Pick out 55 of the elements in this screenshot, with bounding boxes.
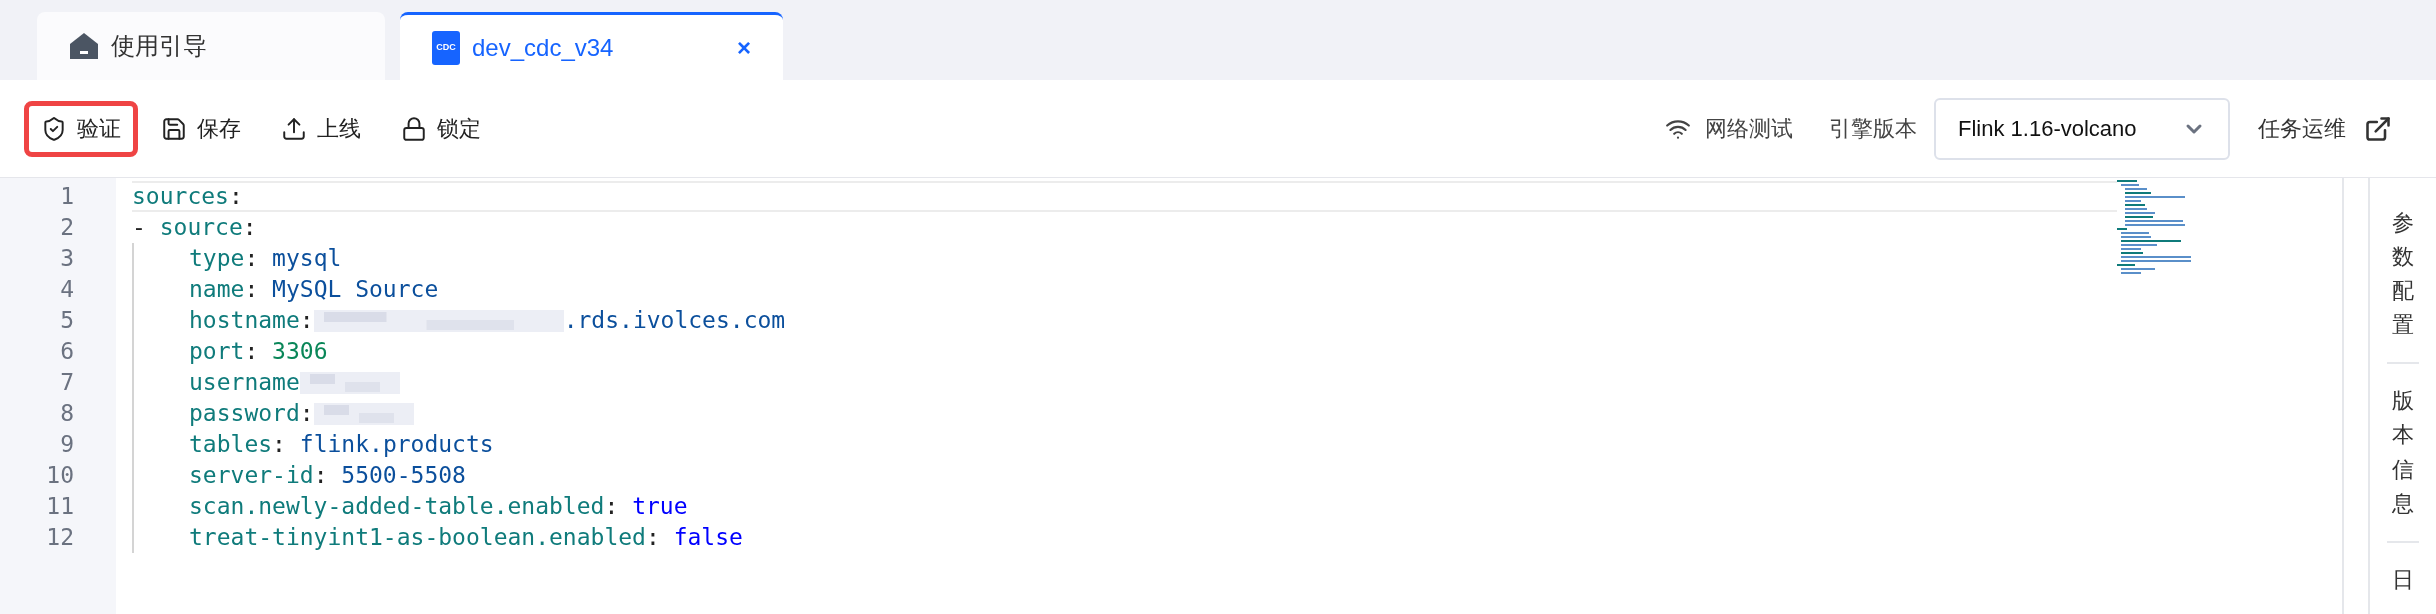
lock-icon: [401, 115, 427, 142]
tab-label: 使用引导: [111, 31, 208, 61]
yaml-value: mysql: [272, 244, 342, 274]
yaml-value: .rds.ivolces.com: [563, 306, 786, 336]
yaml-value: false: [673, 523, 743, 553]
tab[interactable]: 使用引导: [37, 12, 385, 80]
yaml-punctuation: :: [272, 430, 287, 460]
engine-version-select[interactable]: Flink 1.16-volcano: [1934, 97, 2230, 160]
line-number: 2: [59, 213, 75, 242]
yaml-punctuation: :: [604, 492, 620, 522]
yaml-punctuation: :: [299, 399, 314, 429]
tab-label: dev_cdc_v34: [472, 32, 615, 63]
save-icon: [161, 115, 187, 142]
side-panel-tab[interactable]: 日: [2392, 556, 2414, 603]
home-icon: [69, 32, 99, 60]
line-number: 12: [45, 523, 75, 552]
line-number: 9: [59, 430, 75, 459]
tab[interactable]: CDC dev_cdc_v34 ×: [400, 12, 783, 80]
yaml-value: 3306: [272, 337, 328, 367]
toolbar-button[interactable]: 上线: [264, 100, 378, 157]
shield-check-icon: [41, 115, 67, 142]
yaml-punctuation: -: [132, 213, 147, 243]
side-panel-tab[interactable]: 版本信息: [2392, 378, 2414, 527]
line-number: 3: [59, 244, 75, 273]
toolbar-button[interactable]: 验证: [24, 100, 138, 157]
side-panel-tab[interactable]: 参数配置: [2392, 200, 2414, 349]
line-number: 11: [45, 492, 75, 521]
line-number: 6: [59, 337, 75, 366]
yaml-punctuation: :: [244, 244, 260, 274]
yaml-punctuation: :: [244, 275, 260, 305]
yaml-value: flink.products: [299, 430, 494, 460]
yaml-punctuation: :: [228, 182, 243, 212]
line-number: 4: [59, 275, 75, 304]
external-link-icon: [2364, 114, 2392, 143]
yaml-punctuation: :: [244, 337, 260, 367]
network-test-button[interactable]: 网络测试: [1665, 112, 1793, 145]
yaml-punctuation: :: [242, 213, 257, 243]
yaml-punctuation: :: [313, 461, 329, 491]
line-number: 7: [59, 368, 75, 397]
line-number: 1: [59, 182, 75, 211]
upload-icon: [281, 115, 307, 142]
line-number: 5: [59, 306, 75, 335]
close-icon[interactable]: ×: [737, 29, 751, 66]
line-number: 10: [45, 461, 75, 490]
yaml-punctuation: :: [299, 306, 314, 336]
toolbar-button[interactable]: 锁定: [384, 100, 498, 157]
cdc-icon: CDC: [432, 30, 460, 65]
toolbar-button[interactable]: 保存: [144, 100, 258, 157]
yaml-value: true: [632, 492, 688, 522]
line-number: 8: [59, 399, 75, 428]
engine-version-label: 引擎版本: [1829, 115, 1917, 143]
task-ops-link[interactable]: 任务运维: [2258, 112, 2392, 145]
yaml-value: 5500-5508: [341, 461, 466, 491]
yaml-value: MySQL Source: [272, 275, 439, 305]
yaml-punctuation: :: [645, 523, 661, 553]
